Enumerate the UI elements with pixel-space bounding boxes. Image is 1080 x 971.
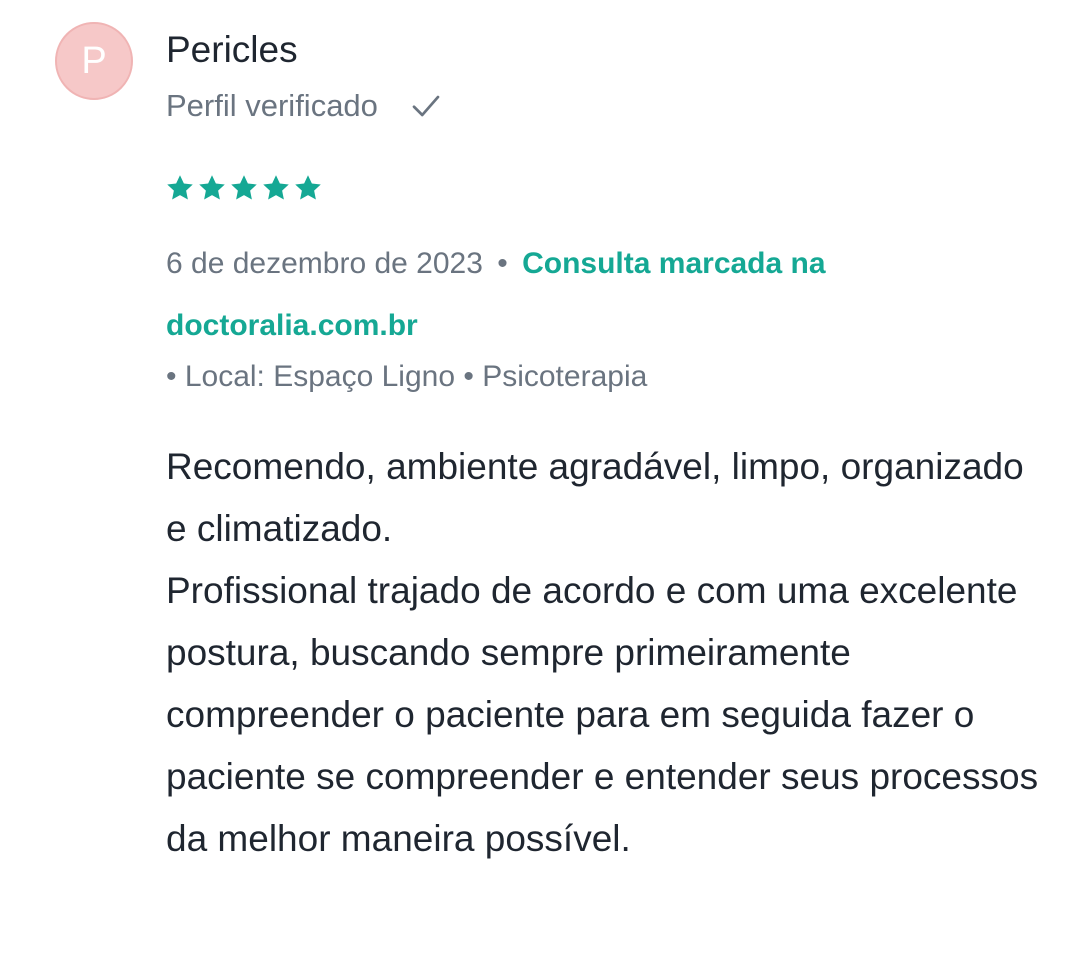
- star-icon: [199, 175, 225, 200]
- verified-label: Perfil verificado: [166, 88, 378, 123]
- check-icon: [412, 95, 440, 117]
- avatar-initial: P: [81, 40, 107, 82]
- star-icon: [263, 175, 289, 200]
- star-icon: [231, 175, 257, 200]
- avatar: P: [55, 22, 133, 100]
- author-name: Pericles: [166, 29, 298, 70]
- star-rating: [165, 173, 323, 207]
- verified-profile: Perfil verificado: [166, 86, 444, 126]
- review-card: P Pericles Perfil verificado 6 de dezemb…: [0, 0, 1080, 971]
- star-icon: [295, 175, 321, 200]
- review-date: 6 de dezembro de 2023: [166, 247, 483, 280]
- location-line: • Local: Espaço Ligno • Psicoterapia: [166, 360, 648, 393]
- comment-paragraph: Recomendo, ambiente agradável, limpo, or…: [166, 446, 1024, 549]
- review-comment: Recomendo, ambiente agradável, limpo, or…: [166, 436, 1046, 870]
- review-meta: 6 de dezembro de 2023 • Consulta marcada…: [166, 233, 1046, 357]
- star-icon: [167, 175, 193, 200]
- comment-paragraph: Profissional trajado de acordo e com uma…: [166, 570, 1039, 859]
- meta-separator: •: [497, 247, 508, 280]
